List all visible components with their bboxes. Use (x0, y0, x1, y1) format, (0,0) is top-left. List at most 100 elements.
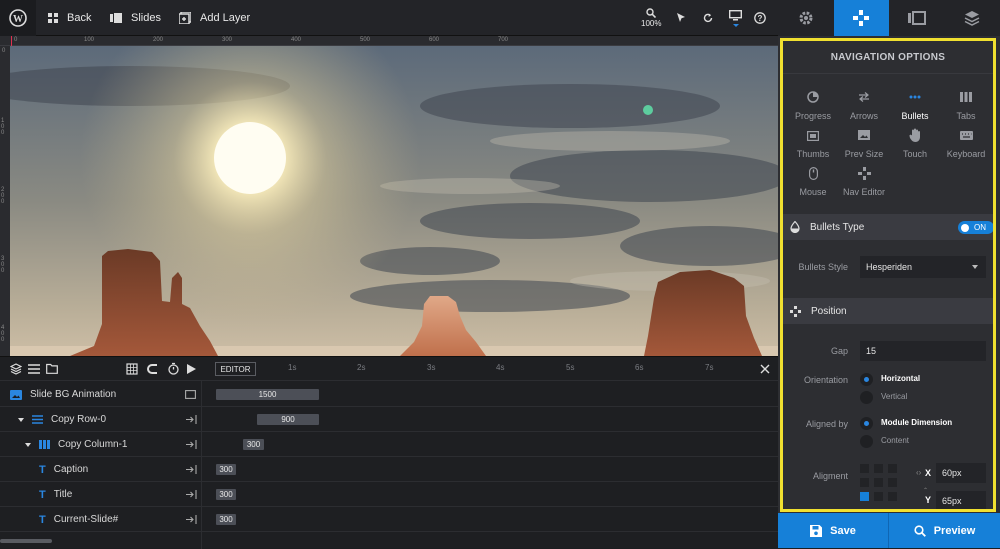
aligned-content-radio[interactable] (860, 435, 873, 448)
ruler-label: 2 0 0 (1, 187, 7, 205)
stopwatch-icon[interactable] (167, 362, 180, 375)
table-row[interactable]: T Title 300 (0, 482, 778, 507)
orientation-horizontal-radio[interactable] (860, 373, 873, 386)
timeline-bar[interactable]: 900 (257, 414, 319, 425)
nav-item-label: Nav Editor (843, 187, 885, 197)
aligned-module-radio[interactable] (860, 417, 873, 430)
nav-item-keyboard[interactable]: Keyboard (940, 127, 992, 159)
slide-background-image (10, 46, 778, 356)
tabs-icon (960, 92, 972, 102)
align-middle-center[interactable] (874, 478, 883, 487)
table-row[interactable]: Copy Column-1 300 (0, 432, 778, 457)
section-title: Position (811, 306, 847, 317)
timeline-bar[interactable]: 300 (216, 464, 236, 475)
chevron-down-icon[interactable] (25, 443, 31, 447)
tab-navigation[interactable] (834, 0, 890, 36)
nav-item-tabs[interactable]: Tabs (940, 89, 992, 121)
chevron-down-icon[interactable] (18, 418, 24, 422)
nav-item-mouse[interactable]: Mouse (787, 165, 839, 197)
navigation-options-panel: NAVIGATION OPTIONS Progress Arrows Bulle… (780, 38, 996, 512)
time-tick: 4s (496, 363, 504, 372)
slides-button[interactable]: Slides (110, 0, 161, 36)
cursor-icon[interactable] (675, 0, 687, 36)
radio-label: Horizontal (881, 374, 920, 383)
nav-item-bullets[interactable]: Bullets (889, 89, 941, 121)
undo-icon[interactable] (702, 0, 714, 36)
gap-input[interactable]: 15 (860, 341, 986, 361)
section-title: Bullets Type (810, 222, 864, 233)
align-bottom-left[interactable] (860, 492, 869, 501)
position-section[interactable]: Position (783, 298, 993, 324)
layers-icon[interactable] (10, 363, 22, 375)
nav-item-label: Bullets (901, 111, 928, 121)
collapse-arrow-icon[interactable] (186, 515, 197, 524)
bullets-type-section[interactable]: Bullets Type ON (783, 214, 993, 240)
layers-icon (964, 10, 980, 26)
folder-icon[interactable] (46, 363, 58, 374)
play-icon[interactable] (187, 364, 196, 374)
align-top-right[interactable] (888, 464, 897, 473)
help-icon[interactable]: ? (754, 0, 766, 36)
slide-canvas[interactable] (10, 46, 778, 356)
snap-grid-icon[interactable] (126, 363, 138, 375)
desktop-view-icon[interactable] (729, 0, 742, 36)
table-row[interactable]: Slide BG Animation 1500 (0, 382, 778, 407)
offset-y-input[interactable]: 65px (936, 491, 986, 511)
preview-button[interactable]: Preview (889, 513, 1000, 548)
wordpress-logo-icon[interactable]: W (0, 0, 36, 36)
timeline-bar[interactable]: 300 (216, 514, 236, 525)
close-icon[interactable] (760, 364, 770, 374)
collapse-arrow-icon[interactable] (186, 415, 197, 424)
timeline-bar[interactable]: 300 (243, 439, 264, 450)
gear-icon (798, 10, 814, 26)
zoom-control[interactable]: 100% (641, 0, 661, 36)
gamepad-icon (858, 167, 871, 180)
timeline-bar[interactable]: 300 (216, 489, 236, 500)
back-button[interactable]: Back (48, 0, 91, 36)
tab-general[interactable] (778, 0, 834, 36)
table-row[interactable]: T Current-Slide# 300 (0, 507, 778, 532)
nav-item-thumbs[interactable]: Thumbs (787, 127, 839, 159)
table-row[interactable]: T Caption 300 (0, 457, 778, 482)
align-top-left[interactable] (860, 464, 869, 473)
image-icon (858, 130, 870, 140)
align-middle-left[interactable] (860, 478, 869, 487)
bullets-toggle[interactable]: ON (958, 221, 994, 234)
add-layer-button[interactable]: Add Layer (179, 0, 250, 36)
nav-item-progress[interactable]: Progress (787, 89, 839, 121)
editor-tab[interactable]: EDITOR (215, 362, 256, 376)
back-label: Back (67, 12, 91, 24)
image-settings-icon[interactable] (185, 390, 196, 399)
tab-layers[interactable] (945, 0, 1000, 36)
nav-item-arrows[interactable]: Arrows (838, 89, 890, 121)
chevron-down-icon (733, 24, 739, 27)
horizontal-scrollbar[interactable] (0, 539, 52, 543)
align-bottom-right[interactable] (888, 492, 897, 501)
nav-item-nav-editor[interactable]: Nav Editor (838, 165, 890, 197)
bullets-style-select[interactable]: Hesperiden (860, 256, 986, 278)
navigation-type-grid: Progress Arrows Bullets Tabs Thumbs Prev… (783, 74, 993, 214)
timeline-bar[interactable]: 1500 (216, 389, 319, 400)
collapse-arrow-icon[interactable] (186, 465, 197, 474)
magnet-icon[interactable] (147, 363, 159, 375)
ruler-label: 500 (360, 37, 370, 43)
align-bottom-center[interactable] (874, 492, 883, 501)
nav-item-prev-size[interactable]: Prev Size (838, 127, 890, 159)
panel-title: NAVIGATION OPTIONS (783, 41, 993, 74)
collapse-arrow-icon[interactable] (186, 490, 197, 499)
svg-text:W: W (13, 14, 23, 25)
nav-item-touch[interactable]: Touch (889, 127, 941, 159)
list-icon[interactable] (28, 364, 40, 374)
orientation-vertical-radio[interactable] (860, 391, 873, 404)
slides-label: Slides (131, 12, 161, 24)
floppy-disk-icon (810, 525, 822, 537)
tab-slides[interactable] (889, 0, 945, 36)
collapse-arrow-icon[interactable] (186, 440, 197, 449)
table-row[interactable]: Copy Row-0 900 (0, 407, 778, 432)
alignment-row: Aligment ‹› X 60px ⌃ Y 65px (783, 461, 993, 511)
hand-icon (909, 128, 921, 142)
offset-x-input[interactable]: 60px (936, 463, 986, 483)
align-top-center[interactable] (874, 464, 883, 473)
save-button[interactable]: Save (778, 513, 889, 548)
align-middle-right[interactable] (888, 478, 897, 487)
